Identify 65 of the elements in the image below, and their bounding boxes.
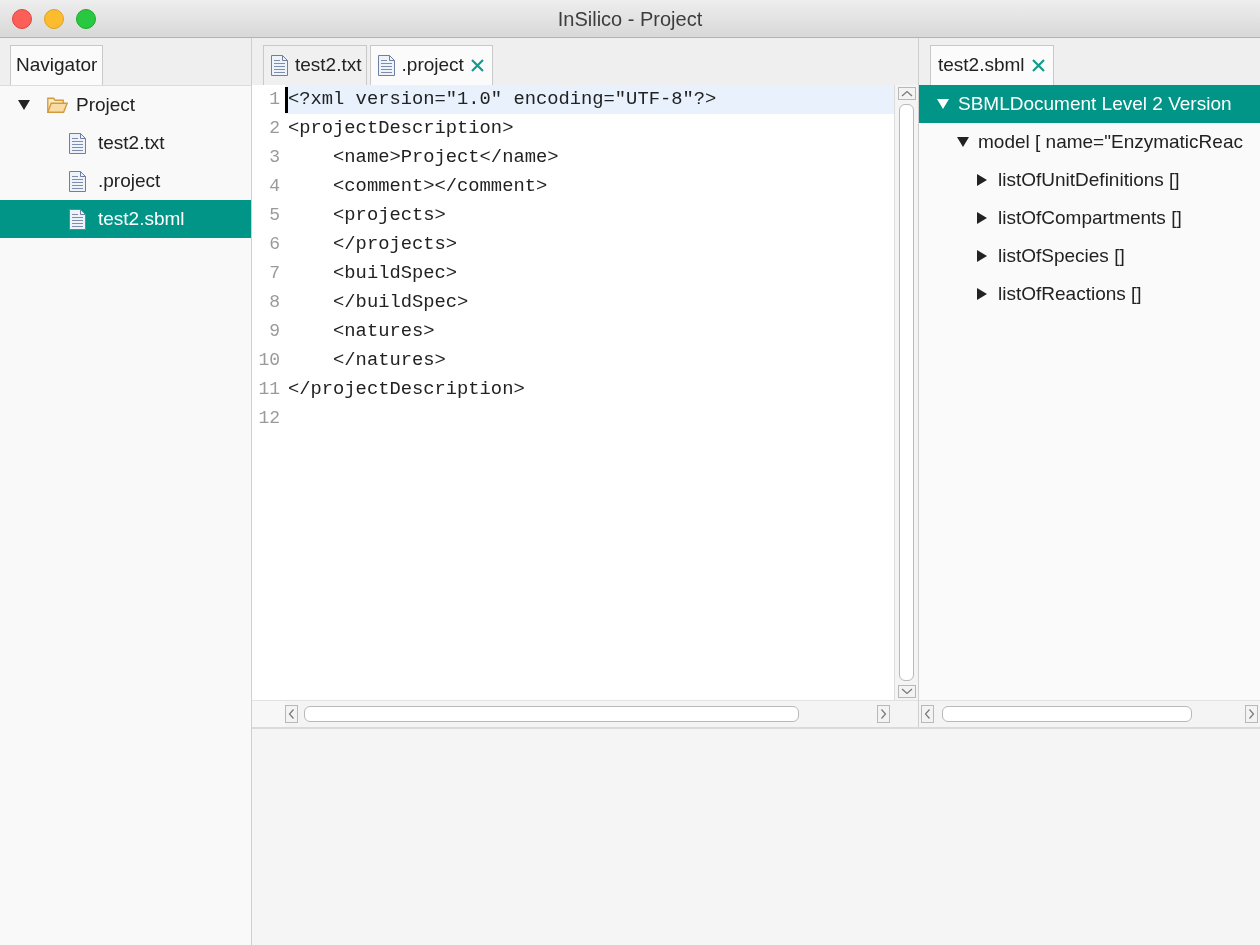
tree-item[interactable]: model [ name="EnzymaticReac (919, 123, 1260, 161)
document-icon (377, 55, 395, 76)
tab[interactable]: .project (369, 45, 493, 85)
tree-item[interactable]: listOfReactions [] (919, 275, 1260, 313)
tree-item[interactable]: SBMLDocument Level 2 Version (919, 85, 1260, 123)
tree-item[interactable]: listOfSpecies [] (919, 237, 1260, 275)
tree-item[interactable]: test2.sbml (0, 200, 251, 238)
code-line: <projectDescription> (288, 116, 514, 142)
scroll-up-arrow-icon[interactable] (897, 87, 916, 100)
window-minimize-button[interactable] (44, 8, 64, 29)
scroll-left-arrow-icon[interactable] (285, 705, 298, 723)
scroll-left-arrow-icon[interactable] (921, 705, 934, 723)
code-line: </buildSpec> (332, 290, 469, 316)
expand-triangle-icon[interactable] (977, 174, 987, 186)
code-line: <projects> (332, 203, 446, 229)
collapse-triangle-icon[interactable] (18, 100, 30, 110)
text-cursor (285, 86, 288, 113)
document-icon (69, 208, 86, 230)
line-number: 1 (268, 88, 281, 111)
scroll-right-arrow-icon[interactable] (1245, 705, 1258, 723)
code-line: </natures> (332, 348, 446, 374)
tree-item[interactable]: listOfCompartments [] (919, 199, 1260, 237)
tree-item[interactable]: .project (0, 162, 251, 200)
line-number: 7 (268, 262, 281, 285)
tab[interactable]: Navigator (10, 45, 104, 85)
tree-item[interactable]: listOfUnitDefinitions [] (919, 161, 1260, 199)
code-line: <?xml version="1.0" encoding="UTF-8"?> (288, 87, 717, 113)
line-number: 10 (257, 349, 281, 372)
scrollbar-thumb[interactable] (942, 706, 1192, 722)
close-icon[interactable] (470, 59, 484, 72)
line-number: 12 (257, 407, 281, 430)
collapse-triangle-icon[interactable] (957, 137, 969, 147)
scrollbar-thumb[interactable] (899, 104, 914, 681)
tab[interactable]: test2.txt (263, 45, 367, 85)
expand-triangle-icon[interactable] (977, 212, 987, 224)
line-number: 6 (268, 233, 281, 256)
window-zoom-button[interactable] (76, 8, 96, 29)
line-number: 3 (268, 146, 281, 169)
code-line: <buildSpec> (332, 261, 458, 287)
document-icon (69, 132, 86, 154)
document-icon (271, 55, 288, 76)
scroll-down-arrow-icon[interactable] (897, 685, 916, 698)
scroll-right-arrow-icon[interactable] (877, 705, 890, 723)
tree-item[interactable]: Project (0, 86, 251, 124)
line-number: 11 (257, 378, 281, 401)
line-number: 2 (268, 117, 281, 140)
code-line: <comment></comment> (332, 174, 548, 200)
line-number: 4 (268, 175, 281, 198)
line-number: 5 (268, 204, 281, 227)
line-number: 9 (268, 320, 281, 343)
document-icon (69, 170, 86, 192)
open-folder-icon (47, 97, 68, 113)
window-close-button[interactable] (12, 8, 32, 29)
scrollbar-thumb[interactable] (304, 706, 799, 722)
line-number: 8 (268, 291, 281, 314)
expand-triangle-icon[interactable] (977, 250, 987, 262)
code-line: <name>Project</name> (332, 145, 559, 171)
window-title: InSilico - Project (557, 6, 703, 32)
close-icon[interactable] (1031, 59, 1045, 72)
tree-item[interactable]: test2.txt (0, 124, 251, 162)
code-line: </projects> (332, 232, 458, 258)
code-line: </projectDescription> (288, 377, 525, 403)
code-line: <natures> (332, 319, 435, 345)
tab[interactable]: test2.sbml (930, 45, 1054, 85)
expand-triangle-icon[interactable] (977, 288, 987, 300)
